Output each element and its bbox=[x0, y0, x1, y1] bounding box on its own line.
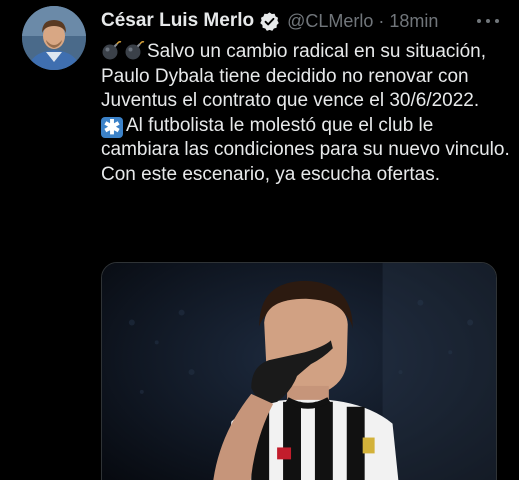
separator-dot: · bbox=[378, 10, 385, 31]
tweet-text-2: Al futbolista le molestó que el club le … bbox=[101, 114, 510, 185]
avatar-image bbox=[22, 6, 86, 70]
avatar[interactable] bbox=[22, 6, 86, 70]
bomb-icon bbox=[125, 41, 145, 60]
author-name[interactable]: César Luis Merlo bbox=[101, 10, 254, 32]
verified-badge-icon bbox=[259, 11, 280, 32]
tweet-timestamp[interactable]: 18min bbox=[389, 11, 438, 32]
more-options-icon[interactable] bbox=[477, 12, 499, 30]
bomb-emoji-pair bbox=[101, 41, 147, 62]
bomb-icon bbox=[102, 41, 122, 60]
tweet-photo[interactable] bbox=[101, 262, 497, 480]
tweet-paragraph-2: ✱ Al futbolista le molestó que el club le… bbox=[101, 114, 511, 188]
tweet-paragraph-1: Salvo un cambio radical en su situación,… bbox=[101, 40, 511, 114]
author-handle[interactable]: @CLMerlo bbox=[287, 11, 373, 32]
tweet-header: César Luis Merlo @CLMerlo · 18min bbox=[101, 8, 499, 34]
asterisk-emoji-icon: ✱ bbox=[101, 116, 123, 139]
tweet-text-1: Salvo un cambio radical en su situación,… bbox=[101, 41, 487, 111]
player-photo bbox=[102, 263, 496, 480]
tweet[interactable]: César Luis Merlo @CLMerlo · 18min Salvo … bbox=[0, 0, 519, 480]
tweet-text: Salvo un cambio radical en su situación,… bbox=[101, 40, 511, 187]
